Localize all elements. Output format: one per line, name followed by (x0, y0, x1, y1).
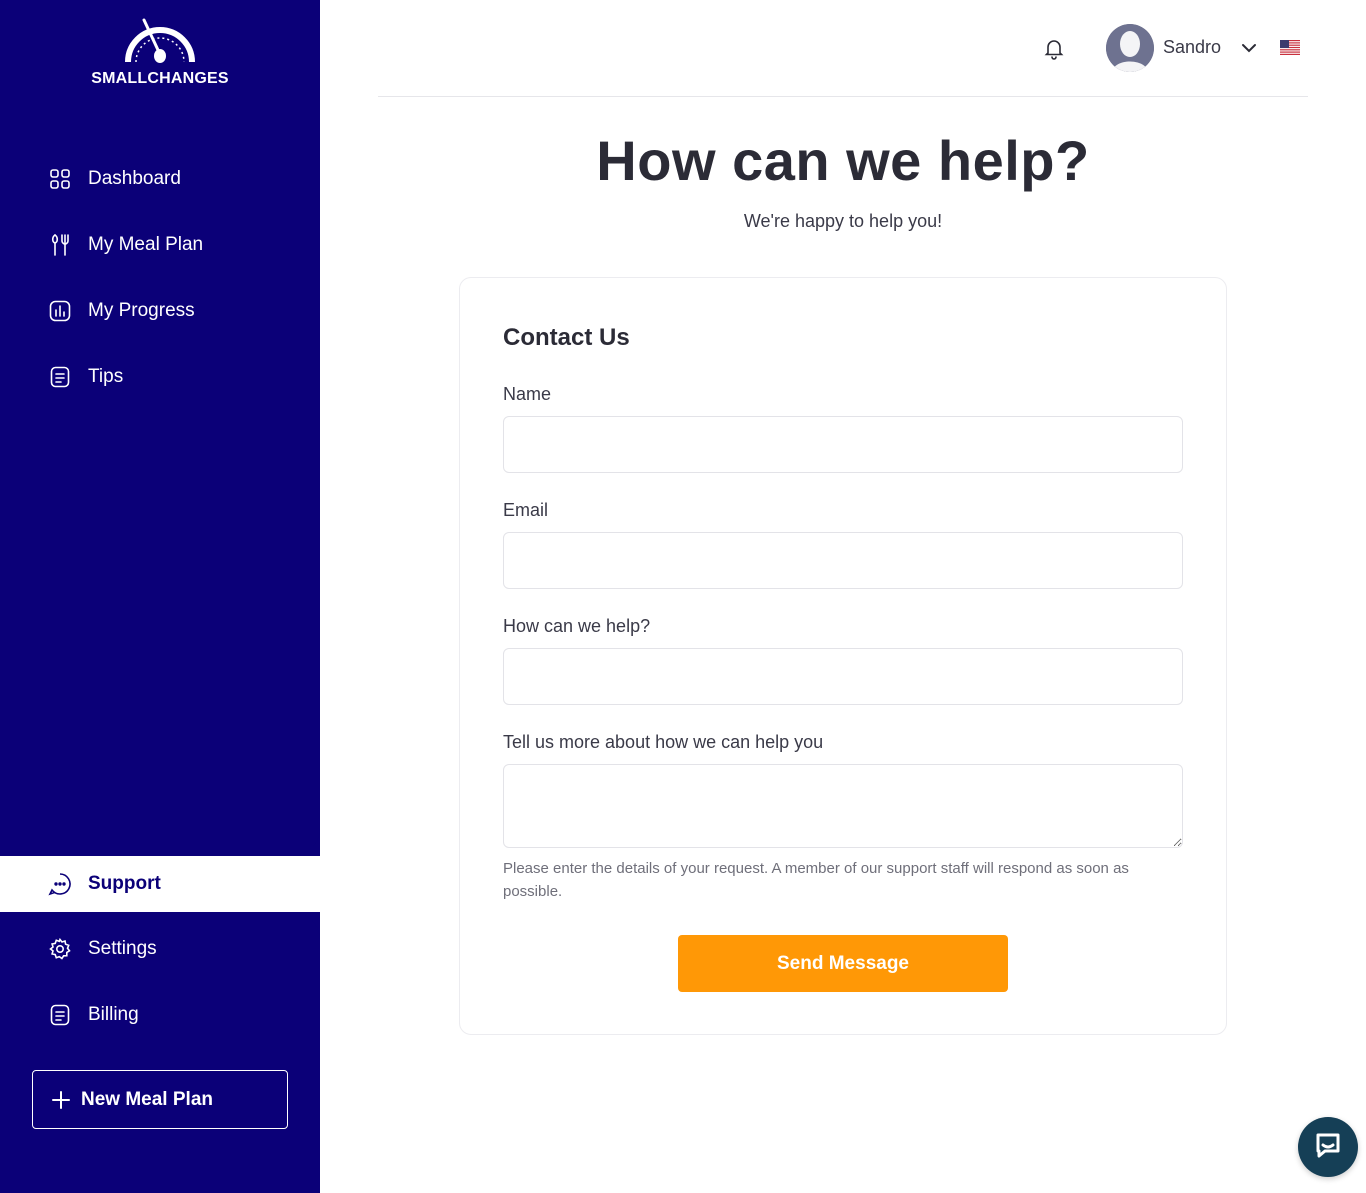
sidebar-item-label: Billing (88, 1004, 139, 1025)
fork-knife-icon (48, 233, 72, 257)
sidebar-item-label: Tips (88, 366, 124, 387)
document-icon (48, 1003, 72, 1027)
page-title: How can we help? (596, 129, 1090, 192)
bell-icon[interactable] (1042, 36, 1066, 60)
bar-chart-icon (48, 299, 72, 323)
avatar[interactable] (1106, 24, 1154, 72)
details-label: Tell us more about how we can help you (503, 732, 824, 752)
email-field[interactable] (503, 532, 1183, 589)
sidebar-item-label: My Meal Plan (88, 234, 204, 255)
sidebar-item-dashboard[interactable]: Dashboard (48, 159, 181, 199)
sidebar-item-label: Dashboard (88, 168, 181, 189)
details-textarea[interactable] (503, 764, 1183, 848)
details-helper-text: Please enter the details of your request… (503, 860, 1129, 900)
chat-widget-button[interactable] (1298, 1117, 1358, 1177)
gear-icon (48, 937, 72, 961)
page-subtitle: We're happy to help you! (743, 211, 943, 231)
sidebar-item-label: My Progress (88, 300, 195, 321)
contact-form-title: Contact Us (503, 324, 630, 351)
sidebar-top-panel (0, 0, 320, 856)
email-label: Email (503, 500, 549, 520)
chevron-down-icon[interactable] (1240, 39, 1258, 57)
sidebar-item-label: Settings (88, 938, 157, 959)
grid-icon (48, 167, 72, 191)
chat-bubble-icon (1313, 1130, 1343, 1165)
topic-label: How can we help? (503, 616, 651, 636)
sidebar-item-my-meal-plan[interactable]: My Meal Plan (48, 225, 203, 265)
new-meal-plan-label: New Meal Plan (81, 1088, 213, 1110)
plus-icon (51, 1090, 71, 1110)
sidebar-item-label: Support (88, 873, 161, 894)
user-name[interactable]: Sandro (1163, 37, 1221, 58)
document-icon (48, 365, 72, 389)
name-label: Name (503, 384, 552, 404)
sidebar-item-settings[interactable]: Settings (48, 929, 157, 969)
brand-logo[interactable]: SMALLCHANGES (80, 18, 240, 90)
topic-field[interactable] (503, 648, 1183, 705)
sidebar-item-billing[interactable]: Billing (48, 995, 139, 1035)
header-divider (378, 96, 1308, 97)
sidebar-item-support[interactable]: Support (24, 856, 320, 912)
brand-name: SMALLCHANGES (91, 70, 229, 87)
sidebar-item-tips[interactable]: Tips (48, 357, 123, 397)
us-flag-icon[interactable] (1280, 40, 1300, 55)
name-field[interactable] (503, 416, 1183, 473)
chat-icon (48, 872, 72, 896)
send-message-button[interactable]: Send Message (678, 935, 1008, 992)
contact-form-card: Contact Us Name Email How can we help? T… (459, 277, 1227, 1035)
new-meal-plan-button[interactable]: New Meal Plan (32, 1070, 288, 1129)
logo-gauge-icon (125, 18, 195, 63)
sidebar-item-my-progress[interactable]: My Progress (48, 291, 195, 331)
sidebar: SMALLCHANGES Dashboard My Meal Plan My P… (0, 0, 320, 1193)
